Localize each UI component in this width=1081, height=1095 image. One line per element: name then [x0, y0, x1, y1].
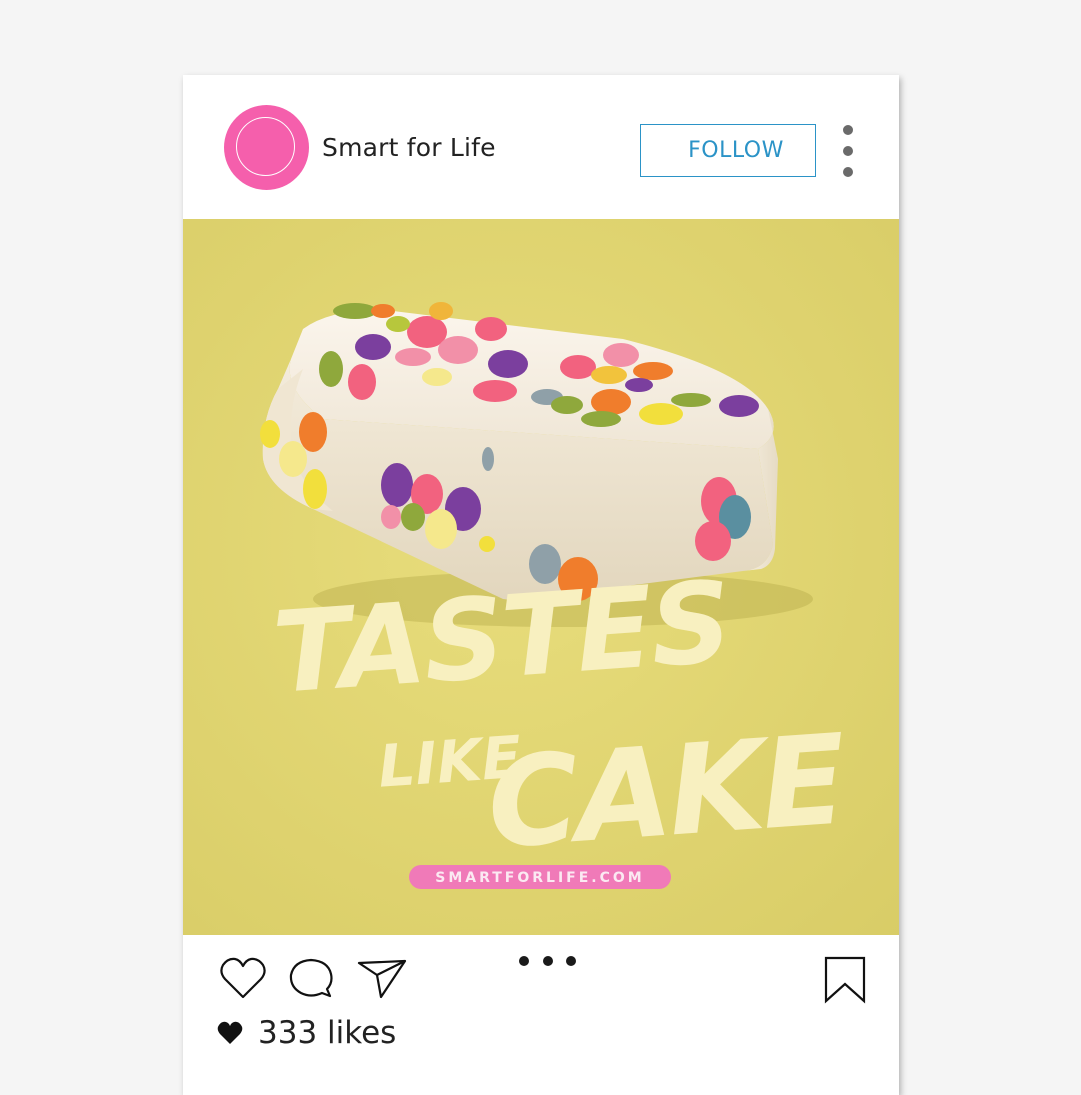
kebab-dot	[843, 146, 853, 156]
likes-number: 333	[258, 1015, 318, 1051]
likes-label: likes	[327, 1015, 397, 1051]
kebab-dot	[843, 125, 853, 135]
comment-bubble-icon[interactable]	[289, 957, 333, 999]
url-pill-text: SMARTFORLIFE.COM	[435, 870, 644, 886]
carousel-dot	[566, 956, 576, 966]
carousel-dot	[543, 956, 553, 966]
bookmark-icon[interactable]	[823, 956, 867, 1004]
more-options-icon[interactable]	[835, 125, 861, 181]
carousel-dot	[519, 956, 529, 966]
post-image[interactable]: TASTES LIKE CAKE SMARTFORLIFE.COM	[183, 219, 899, 935]
avatar-ring	[236, 117, 295, 176]
post-header: Smart for Life FOLLOW	[183, 75, 899, 219]
carousel-indicator	[519, 956, 577, 968]
instagram-post-card: Smart for Life FOLLOW TASTES LIKE CAKE S…	[183, 75, 899, 1095]
heart-filled-icon	[217, 1021, 243, 1044]
kebab-dot	[843, 167, 853, 177]
likes-count[interactable]: 333 likes	[258, 1015, 396, 1051]
follow-button[interactable]: FOLLOW	[640, 124, 816, 177]
image-headline-cake: CAKE	[483, 708, 850, 877]
heart-outline-icon[interactable]	[220, 957, 266, 999]
post-actions: 333 likes	[183, 935, 899, 1095]
account-name[interactable]: Smart for Life	[322, 133, 496, 162]
avatar[interactable]	[224, 105, 309, 190]
post-photo: TASTES LIKE CAKE SMARTFORLIFE.COM	[183, 219, 899, 935]
paper-plane-icon[interactable]	[357, 959, 407, 999]
